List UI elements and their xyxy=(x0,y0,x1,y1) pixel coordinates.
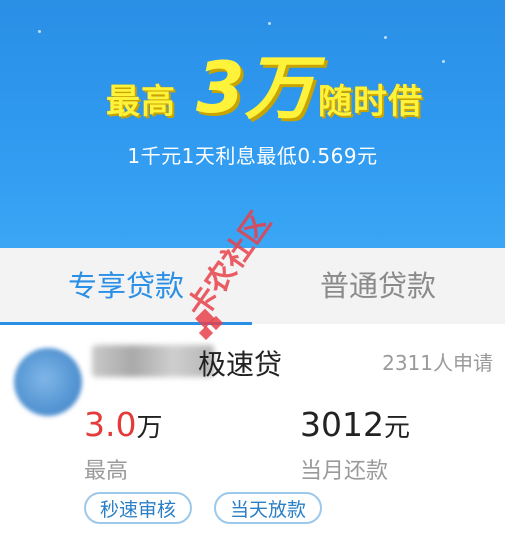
loan-product-card[interactable]: 极速贷 2311人申请 3.0万 最高 3012元 当月还款 秒速审核 当天放款 xyxy=(0,325,505,540)
max-amount-unit: 万 xyxy=(136,413,163,443)
blurred-name-prefix xyxy=(92,345,214,377)
product-name: 极速贷 xyxy=(198,348,283,381)
monthly-repay-unit: 元 xyxy=(383,413,410,443)
badge-fast-review: 秒速审核 xyxy=(84,492,193,524)
decor-star xyxy=(38,30,41,33)
monthly-repay-label: 当月还款 xyxy=(300,459,389,484)
decor-star xyxy=(268,22,271,25)
applicant-count: 2311人申请 xyxy=(382,351,493,375)
loan-tabs: 专享贷款 普通贷款 xyxy=(0,248,505,324)
decor-star xyxy=(384,36,387,39)
max-amount: 3.0万 xyxy=(84,405,163,444)
badge-same-day-payout: 当天放款 xyxy=(214,492,323,524)
headline-prefix: 最高 xyxy=(106,82,176,122)
max-amount-label: 最高 xyxy=(84,459,129,484)
promo-banner[interactable]: 最高 3万 随时借 1千元1天利息最低0.569元 xyxy=(0,0,505,248)
headline-suffix: 随时借 xyxy=(318,82,423,122)
product-logo-icon xyxy=(14,348,82,416)
headline-amount: 3万 xyxy=(196,47,315,129)
monthly-repayment: 3012元 xyxy=(300,405,410,444)
banner-subline: 1千元1天利息最低0.569元 xyxy=(127,144,378,168)
tab-exclusive-loan[interactable]: 专享贷款 xyxy=(0,248,252,324)
monthly-repay-value: 3012 xyxy=(300,405,384,444)
max-amount-value: 3.0 xyxy=(84,405,137,444)
tab-regular-loan[interactable]: 普通贷款 xyxy=(252,248,504,324)
banner-headline: 最高 3万 随时借 xyxy=(0,48,505,128)
